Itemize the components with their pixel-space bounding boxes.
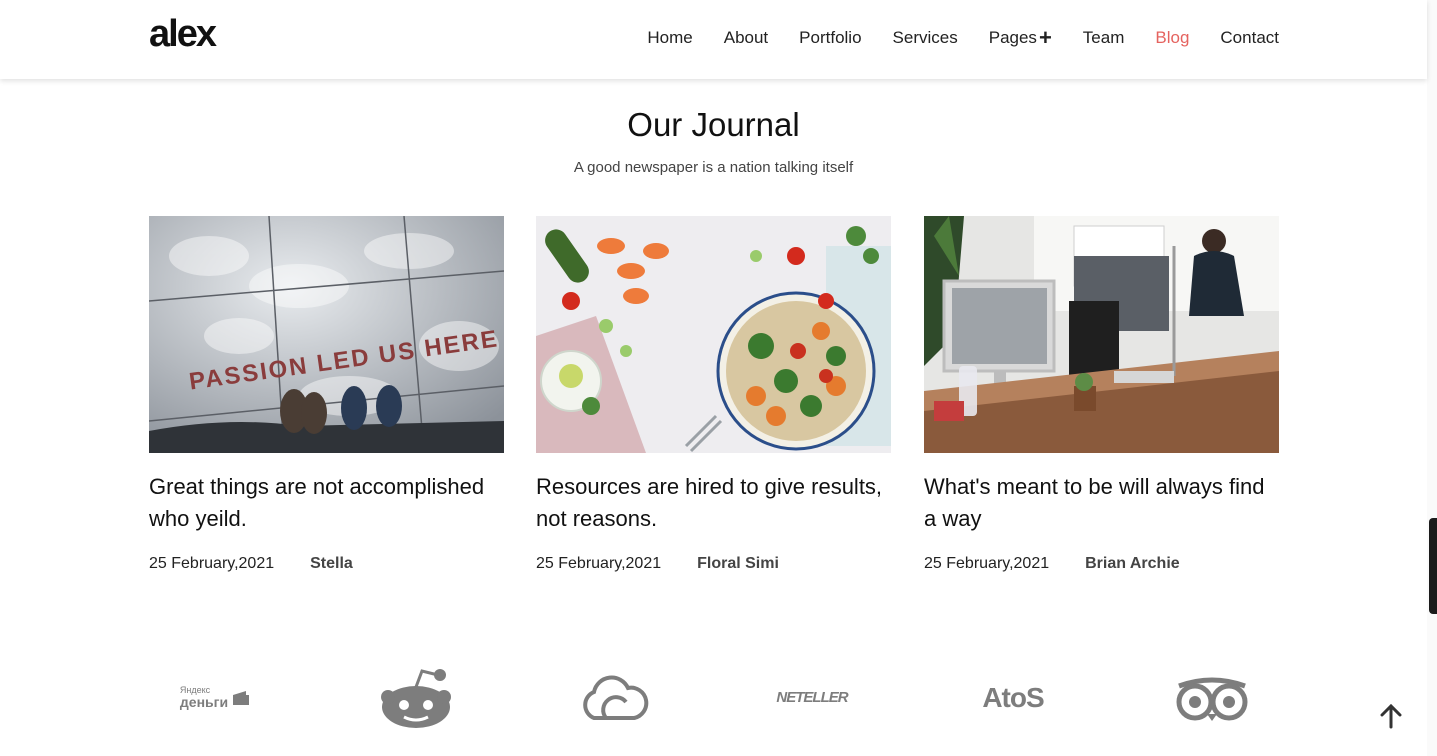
blog-card: What's meant to be will always find a wa… bbox=[924, 216, 1279, 573]
site-logo[interactable]: alex bbox=[149, 15, 217, 53]
tripadvisor-logo[interactable] bbox=[1174, 665, 1250, 730]
post-date: 25 February,2021 bbox=[149, 555, 275, 572]
post-image[interactable] bbox=[536, 216, 891, 453]
plus-icon: + bbox=[1038, 25, 1052, 50]
post-author[interactable]: Floral Simi bbox=[697, 555, 779, 573]
site-header: alex Home About Portfolio Services Pages… bbox=[0, 0, 1427, 79]
nav-portfolio[interactable]: Portfolio bbox=[799, 27, 861, 49]
atos-logo[interactable]: AtoS bbox=[972, 665, 1054, 730]
neteller-logo[interactable]: NETELLER bbox=[772, 665, 852, 730]
nav-services[interactable]: Services bbox=[893, 27, 958, 49]
post-title[interactable]: Great things are not accomplished who ye… bbox=[149, 471, 504, 535]
post-author[interactable]: Stella bbox=[310, 555, 353, 573]
yandex-money-logo[interactable]: Яндекс деньги bbox=[170, 665, 260, 730]
wallet-icon bbox=[233, 690, 250, 705]
nav-pages[interactable]: Pages + bbox=[989, 27, 1052, 49]
post-title[interactable]: What's meant to be will always find a wa… bbox=[924, 471, 1279, 535]
cloud-logo[interactable] bbox=[578, 665, 650, 730]
nav-blog[interactable]: Blog bbox=[1155, 27, 1189, 49]
post-author[interactable]: Brian Archie bbox=[1085, 555, 1180, 573]
blog-card: PASSION LED US HERE Great things are not… bbox=[149, 216, 504, 573]
arrow-up-icon[interactable] bbox=[1378, 703, 1404, 729]
section-subtitle: A good newspaper is a nation talking its… bbox=[573, 159, 854, 176]
nav-team[interactable]: Team bbox=[1083, 27, 1125, 49]
nav-home[interactable]: Home bbox=[647, 27, 692, 49]
post-date: 25 February,2021 bbox=[536, 555, 662, 572]
blog-card: Resources are hired to give results, not… bbox=[536, 216, 891, 573]
owl-icon bbox=[1176, 677, 1248, 721]
post-image[interactable] bbox=[924, 216, 1279, 453]
nav-contact[interactable]: Contact bbox=[1220, 27, 1279, 49]
nav-pages-label: Pages bbox=[988, 28, 1037, 47]
post-image[interactable]: PASSION LED US HERE bbox=[149, 216, 504, 453]
main-nav: Home About Portfolio Services Pages + Tea… bbox=[647, 27, 1279, 49]
post-meta: 25 February,2021 Floral Simi bbox=[536, 555, 891, 573]
nav-about[interactable]: About bbox=[724, 27, 768, 49]
post-title[interactable]: Resources are hired to give results, not… bbox=[536, 471, 891, 535]
post-meta: 25 February,2021 Stella bbox=[149, 555, 504, 573]
scrollbar-thumb[interactable] bbox=[1429, 518, 1437, 614]
post-date: 25 February,2021 bbox=[924, 555, 1050, 572]
brand-text-bottom: деньги bbox=[179, 694, 229, 710]
reddit-logo[interactable] bbox=[378, 665, 453, 730]
cloud-icon bbox=[583, 675, 649, 720]
scrollbar-track[interactable] bbox=[1427, 0, 1437, 756]
section-title: Our Journal bbox=[627, 106, 800, 143]
post-meta: 25 February,2021 Brian Archie bbox=[924, 555, 1279, 573]
reddit-icon bbox=[380, 668, 451, 728]
